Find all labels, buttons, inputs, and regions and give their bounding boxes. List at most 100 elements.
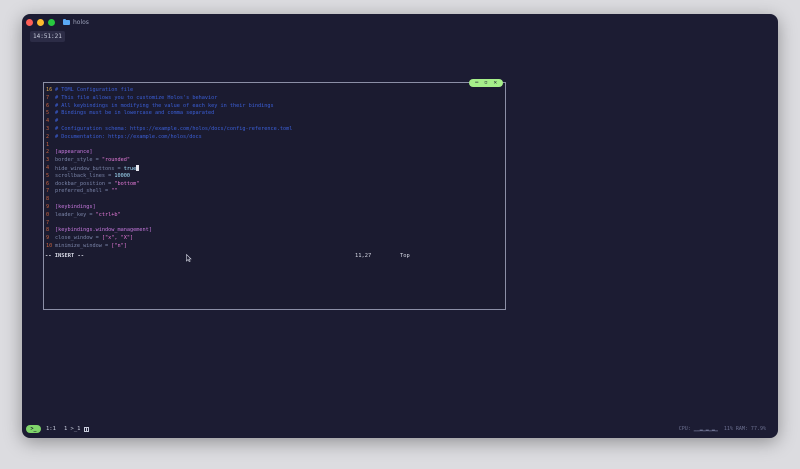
line-content: [keybindings.window_management]	[55, 227, 152, 235]
editor-line[interactable]: 8 [keybindings.window_management]	[46, 227, 486, 235]
editor-line[interactable]: 10 minimize_window = ["n"]	[46, 243, 486, 251]
code-token: minimize_window	[55, 242, 102, 249]
line-number: 10	[46, 242, 53, 249]
tab-shell-label: 1 >_1	[63, 426, 81, 432]
line-number: 8	[46, 227, 50, 234]
editor-line[interactable]: 7	[46, 220, 486, 228]
text-cursor	[136, 164, 140, 172]
line-number: 2	[46, 133, 50, 140]
tab-shell[interactable]: 1 >_1	[64, 426, 89, 432]
editor-line[interactable]: 7 preferred_shell = ""	[46, 188, 486, 196]
code-token: preferred_shell	[55, 188, 102, 195]
code-token: =	[104, 180, 115, 187]
line-content: # This file allows you to customize Holo…	[55, 95, 217, 103]
vim-status-line: -- INSERT -- 11,27 Top	[45, 252, 485, 260]
line-number: 9	[46, 235, 50, 242]
editor-line[interactable]: 4 hide_window_buttons = true	[46, 164, 486, 173]
terminal-prompt-icon: >_	[30, 426, 37, 432]
cpu-usage: CPU: ▁▁▂▁▂▁▂▁	[678, 426, 718, 432]
clock-badge: 14:51:21	[30, 31, 65, 42]
editor-line[interactable]: 3 border_style = "rounded"	[46, 157, 486, 165]
cursor-position: 11,27	[355, 253, 372, 259]
code-token: # Bindings must be in lowercase and comm…	[55, 110, 215, 117]
editor-line[interactable]: 9 close_window = ["x", "X"]	[46, 235, 486, 243]
line-number: 8	[46, 196, 50, 203]
editor-line[interactable]: 3 # Configuration schema: https://example…	[46, 126, 486, 134]
editor-line[interactable]: 2 # Documentation: https://example.com/ho…	[46, 134, 486, 142]
editor-line[interactable]: 6 # All keybindings in modifying the valu…	[46, 103, 486, 111]
scroll-position: Top	[400, 253, 410, 259]
code-token: #	[55, 118, 59, 125]
code-token: true	[123, 165, 137, 172]
code-token: scrollback_lines	[55, 172, 105, 179]
editor-mode: -- INSERT --	[45, 253, 84, 259]
line-number: 6	[46, 180, 50, 187]
mouse-pointer-icon	[186, 254, 192, 262]
minimize-window-button[interactable]	[37, 18, 44, 26]
line-content: # Configuration schema: https://example.…	[55, 126, 292, 134]
code-token: border_style	[55, 157, 93, 164]
code-token: "ctrl+b"	[95, 211, 121, 218]
line-number: 0	[46, 211, 50, 218]
line-number: 7	[46, 94, 50, 101]
line-content: border_style = "rounded"	[55, 157, 130, 165]
code-token: # TOML Configuration file	[55, 87, 134, 93]
terminal-window: holos 14:51:21 − ▫ ✕ 16 # TOML Configurat…	[22, 14, 778, 438]
line-content: scrollback_lines = 10000	[55, 173, 130, 181]
code-token: =	[92, 157, 102, 164]
line-content: leader_key = "ctrl+b"	[55, 212, 121, 220]
code-token: =	[101, 188, 112, 195]
code-token: # This file allows you to customize Holo…	[55, 94, 218, 101]
editor-line[interactable]: 4 #	[46, 118, 486, 126]
pane-close-button[interactable]: ✕	[494, 79, 498, 87]
code-token: ""	[111, 188, 118, 195]
layout-grid-icon[interactable]	[83, 426, 89, 432]
line-content: # TOML Configuration file	[55, 87, 133, 95]
editor-line[interactable]: 5 scrollback_lines = 10000	[46, 173, 486, 181]
line-content: # All keybindings in modifying the value…	[55, 103, 274, 111]
line-content: preferred_shell = ""	[55, 188, 117, 196]
editor-line[interactable]: 9 [keybindings]	[46, 204, 486, 212]
system-info: CPU: ▁▁▂▁▂▁▂▁ 11% RAM: 77.9%	[679, 426, 766, 432]
status-bar: >_ 1:1 1 >_1 CPU: ▁▁▂▁▂▁▂▁ 11% RAM: 77.9…	[22, 423, 778, 435]
pane-minimize-button[interactable]: −	[475, 79, 479, 87]
close-window-button[interactable]	[26, 18, 33, 26]
ram-usage: 11% RAM: 77.9%	[723, 426, 766, 432]
code-token: ["x", "X"]	[101, 235, 134, 242]
window-title: holos	[63, 18, 89, 26]
code-editor[interactable]: 16 # TOML Configuration file 7 # This file …	[46, 87, 486, 251]
code-token: hide_window_buttons	[55, 165, 115, 172]
line-number: 16	[46, 87, 53, 93]
line-number: 7	[46, 219, 50, 226]
editor-pane[interactable]: − ▫ ✕ 16 # TOML Configuration file 7 # This…	[43, 79, 506, 310]
editor-line[interactable]: 6 dockbar_position = "bottom"	[46, 181, 486, 189]
line-content: minimize_window = ["n"]	[55, 243, 127, 251]
code-token: [appearance]	[55, 149, 93, 156]
line-number: 6	[46, 102, 50, 109]
editor-line[interactable]: 16 # TOML Configuration file	[46, 87, 486, 95]
code-token: =	[104, 172, 115, 179]
title-bar[interactable]: holos	[22, 14, 778, 30]
code-token: [keybindings.window_management]	[55, 227, 152, 234]
code-token: # All keybindings in modifying the value…	[55, 102, 274, 109]
code-token: # Documentation: https://example.com/hol…	[55, 133, 202, 140]
line-number: 5	[46, 110, 50, 117]
line-content: [keybindings]	[55, 204, 96, 212]
terminal-mode-pill[interactable]: >_	[26, 425, 41, 433]
editor-line[interactable]: 7 # This file allows you to customize Hol…	[46, 95, 486, 103]
line-number: 1	[46, 141, 50, 148]
pane-maximize-button[interactable]: ▫	[484, 79, 488, 87]
editor-line[interactable]: 2 [appearance]	[46, 149, 486, 157]
code-token: "bottom"	[114, 180, 140, 187]
line-number: 4	[46, 164, 50, 171]
editor-line[interactable]: 1	[46, 142, 486, 150]
code-token: dockbar_position	[55, 180, 105, 187]
window-controls	[26, 18, 55, 26]
zoom-window-button[interactable]	[48, 18, 55, 26]
editor-line[interactable]: 8	[46, 196, 486, 204]
line-number: 2	[46, 149, 50, 156]
editor-line[interactable]: 5 # Bindings must be in lowercase and com…	[46, 110, 486, 118]
code-token: ["n"]	[111, 242, 127, 249]
editor-line[interactable]: 0 leader_key = "ctrl+b"	[46, 212, 486, 220]
code-token: 10000	[114, 172, 130, 179]
